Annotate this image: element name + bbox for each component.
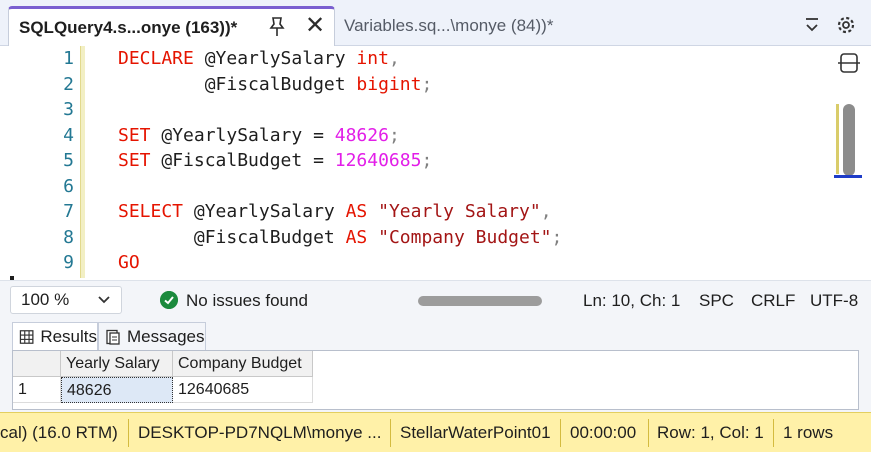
query-editor[interactable]: 1 2 3 4 5 6 7 8 9 DECLARE @YearlySalary … — [0, 46, 862, 282]
punctuation: ; — [551, 226, 563, 248]
keyword: bigint — [356, 73, 422, 95]
horizontal-scrollbar-thumb[interactable] — [418, 296, 542, 306]
tab-results[interactable]: Results — [12, 322, 98, 350]
column-header[interactable]: Company Budget — [173, 351, 313, 377]
gear-icon[interactable] — [835, 14, 857, 36]
close-icon[interactable]: ✕ — [302, 13, 328, 39]
line-number: 6 — [63, 175, 74, 197]
tab-overflow-menu-icon[interactable] — [800, 16, 824, 34]
pin-icon[interactable] — [267, 15, 287, 39]
line-number: 2 — [63, 73, 74, 95]
keyword: SET — [118, 124, 151, 146]
punctuation: ; — [421, 150, 433, 171]
scrollbar-thumb[interactable] — [843, 104, 855, 176]
punctuation: , — [540, 201, 552, 222]
status-divider — [648, 419, 649, 447]
keyword: int — [356, 48, 389, 69]
code-line[interactable]: SELECT @YearlySalary AS "Yearly Salary", — [118, 199, 552, 225]
keyword: SELECT — [118, 201, 184, 222]
punctuation: , — [388, 48, 400, 69]
split-editor-icon[interactable] — [838, 52, 860, 74]
elapsed-time: 00:00:00 — [570, 423, 637, 442]
row-col-position: Row: 1, Col: 1 — [657, 423, 764, 442]
tab-messages[interactable]: Messages — [98, 322, 206, 350]
editor-status-row: 100 % No issues found Ln: 10, Ch: 1 SPC … — [0, 280, 871, 320]
tab-messages-label: Messages — [127, 326, 205, 346]
change-overview-marker — [836, 104, 839, 174]
line-ending[interactable]: CRLF — [751, 289, 795, 313]
line-number: 5 — [63, 150, 74, 171]
line-number-gutter: 1 2 3 4 5 6 7 8 9 — [10, 46, 80, 278]
query-status-bar: cal) (16.0 RTM) DESKTOP-PD7NQLM\monye ..… — [0, 412, 871, 452]
editor-vertical-scrollbar[interactable] — [834, 46, 862, 278]
line-number: 7 — [63, 201, 74, 222]
number-literal: 48626 — [334, 124, 389, 146]
code-line[interactable]: @FiscalBudget bigint; — [118, 72, 433, 98]
table-cell[interactable]: 48626 — [61, 377, 173, 403]
change-tracking-bar — [80, 46, 85, 278]
keyword: SET — [118, 150, 151, 171]
status-divider — [560, 419, 561, 447]
status-divider — [773, 419, 774, 447]
issues-status[interactable]: No issues found — [186, 289, 308, 313]
string-literal: "Yearly Salary" — [378, 201, 541, 222]
database-name: StellarWaterPoint01 — [400, 423, 551, 442]
code-text: @YearlySalary — [193, 48, 357, 69]
punctuation: ; — [388, 124, 400, 146]
grid-icon — [19, 329, 34, 344]
server-version: cal) (16.0 RTM) — [0, 423, 118, 442]
line-number: 1 — [63, 48, 74, 69]
tab-sqlquery4[interactable]: SQLQuery4.s...onye (163))* ✕ — [8, 6, 335, 46]
code-line[interactable]: SET @YearlySalary = 48626; — [118, 123, 400, 149]
row-number[interactable]: 1 — [13, 377, 61, 403]
line-number: 3 — [63, 99, 74, 120]
encoding[interactable]: UTF-8 — [810, 289, 858, 313]
keyword: AS — [345, 201, 368, 222]
row-count: 1 rows — [783, 423, 834, 442]
tab-variables[interactable]: Variables.sq...\monye (84))* — [344, 6, 553, 46]
tab-label: SQLQuery4.s...onye (163))* — [19, 17, 238, 37]
line-number: 9 — [63, 252, 74, 273]
results-pane: Results Messages Yearly Salary Company B… — [0, 320, 871, 412]
connected-user: DESKTOP-PD7NQLM\monye ... — [138, 423, 382, 442]
line-number: 8 — [63, 226, 74, 248]
column-header[interactable]: Yearly Salary — [61, 351, 173, 377]
code-text: @FiscalBudget — [118, 226, 346, 248]
chevron-down-icon — [98, 296, 110, 304]
code-text: @YearlySalary — [183, 201, 346, 222]
zoom-value: 100 % — [21, 290, 70, 309]
number-literal: 12640685 — [334, 150, 422, 171]
caret-position-marker — [834, 175, 862, 178]
table-cell[interactable]: 12640685 — [173, 377, 313, 403]
document-tab-strip: SQLQuery4.s...onye (163))* ✕ Variables.s… — [0, 0, 871, 46]
check-circle-icon — [160, 291, 178, 309]
messages-icon — [106, 329, 120, 345]
string-literal: "Company Budget" — [378, 226, 552, 248]
code-line[interactable]: DECLARE @YearlySalary int, — [118, 46, 400, 72]
code-text: @FiscalBudget — [118, 73, 357, 95]
code-line[interactable]: SET @FiscalBudget = 12640685; — [118, 148, 432, 174]
tab-results-label: Results — [40, 326, 97, 346]
row-header-corner[interactable] — [13, 351, 61, 377]
status-divider — [128, 419, 129, 447]
code-line[interactable]: @FiscalBudget AS "Company Budget"; — [118, 225, 563, 251]
results-grid[interactable]: Yearly Salary Company Budget 1 48626 126… — [12, 350, 859, 410]
code-text: @FiscalBudget = — [150, 150, 335, 171]
line-number: 4 — [63, 124, 74, 146]
punctuation: ; — [421, 73, 433, 95]
code-text: @YearlySalary = — [150, 124, 335, 146]
keyword: GO — [118, 252, 140, 273]
keyword: DECLARE — [118, 48, 194, 69]
keyword: AS — [345, 226, 368, 248]
zoom-dropdown[interactable]: 100 % — [10, 286, 122, 314]
tab-label: Variables.sq...\monye (84))* — [344, 16, 554, 35]
code-line[interactable]: GO — [118, 250, 140, 276]
whitespace-mode[interactable]: SPC — [699, 289, 734, 313]
status-divider — [390, 419, 391, 447]
cursor-position[interactable]: Ln: 10, Ch: 1 — [583, 289, 680, 313]
